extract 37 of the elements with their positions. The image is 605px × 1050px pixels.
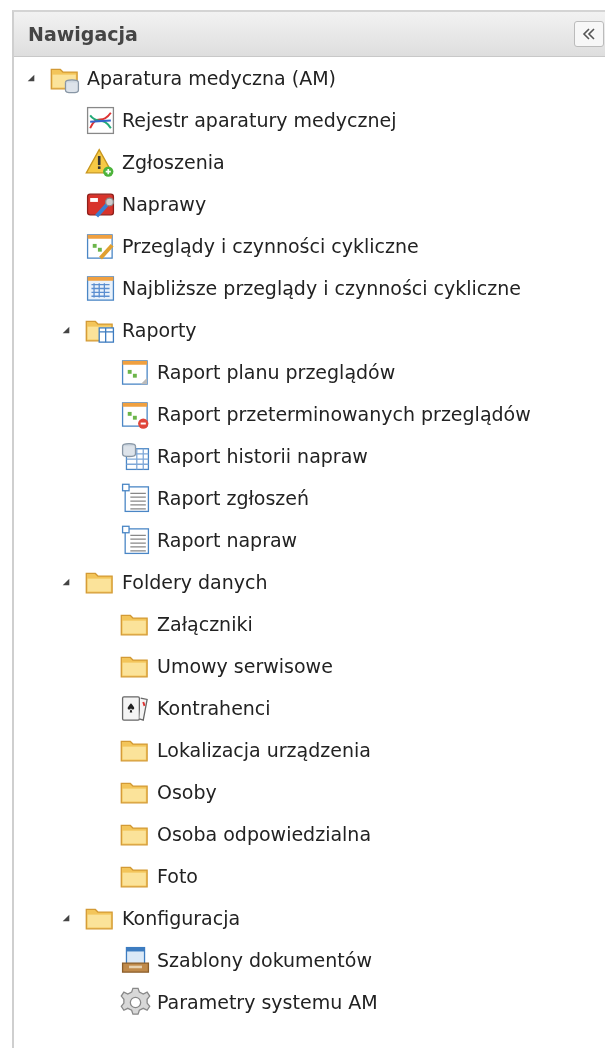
tree-item[interactable]: Foldery danych [122,571,268,593]
tree-item[interactable]: Przeglądy i czynności cykliczne [122,235,419,257]
tree-item[interactable]: Szablony dokumentów [157,949,372,971]
tree-item[interactable]: Naprawy [122,193,207,215]
expanded-arrow-icon[interactable] [26,73,36,83]
tree-item[interactable]: Lokalizacja urządzenia [157,739,371,761]
expanded-arrow-icon[interactable] [61,325,71,335]
chart-icon [85,104,116,136]
list-document-icon [120,524,151,556]
warning-icon [85,146,116,178]
tree-item[interactable]: Osoby [157,781,217,803]
database-table-icon [120,440,151,472]
tree-item[interactable]: Raport planu przeglądów [157,361,396,383]
tree-item[interactable]: Raporty [122,319,197,341]
tree-item[interactable]: Umowy serwisowe [157,655,333,677]
tree-item[interactable]: Konfiguracja [122,907,241,929]
double-chevron-icon [582,27,596,41]
tree-item[interactable]: Rejestr aparatury medycznej [122,109,397,131]
tree-item[interactable]: Parametry systemu AM [157,991,378,1013]
tree-item[interactable]: Osoba odpowiedzialna [157,823,372,845]
tree-item[interactable]: Raport przeterminowanych przeglądów [157,403,531,425]
tree-item[interactable]: Raport historii napraw [157,445,368,467]
tree-item[interactable]: Kontrahenci [157,697,271,719]
tree-item[interactable]: Zgłoszenia [122,151,225,173]
panel-title: Nawigacja [28,23,138,45]
list-document-icon [120,482,151,514]
tree-item[interactable]: Foto [157,865,198,887]
tree-item[interactable]: Najbliższe przeglądy i czynności cykliczne [122,277,521,299]
tree-item[interactable]: Raport napraw [157,529,298,551]
tree-item[interactable]: Aparatura medyczna (AM) [87,67,336,89]
expanded-arrow-icon[interactable] [61,913,71,923]
tree-item[interactable]: Raport zgłoszeń [157,487,310,509]
gear-icon [120,986,151,1018]
expanded-arrow-icon[interactable] [61,577,71,587]
document-tray-icon [120,944,151,976]
collapse-button[interactable] [574,21,604,47]
tree-item[interactable]: Załączniki [157,613,253,635]
